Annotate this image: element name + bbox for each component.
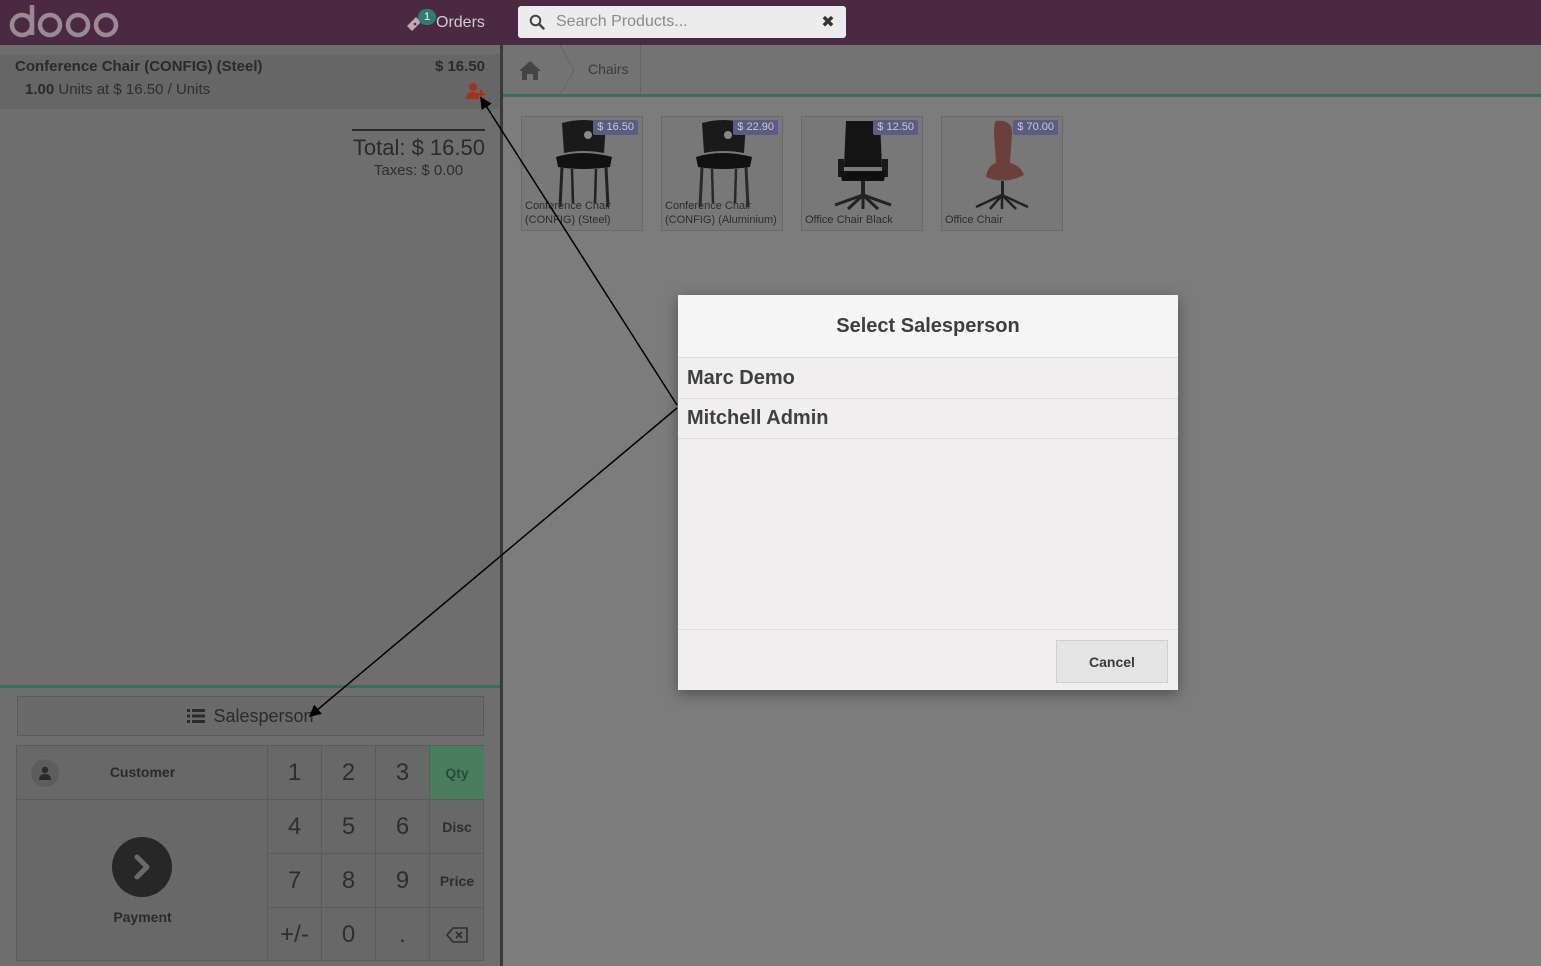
numpad-key-0[interactable]: 0 [322, 908, 376, 962]
orders-label: Orders [436, 14, 485, 31]
numpad-key-5[interactable]: 5 [322, 800, 376, 854]
add-salesperson-icon[interactable] [466, 82, 486, 100]
breadcrumb-separator [559, 45, 575, 95]
salesperson-button[interactable]: Salesperson [17, 696, 484, 736]
product-search-box: ✖ [518, 6, 846, 38]
top-navbar: odoo 1 Orders ✖ [0, 0, 1541, 45]
order-line-unit-info: Units at $ 16.50 / Units [58, 81, 211, 98]
pane-separator [500, 45, 503, 966]
numpad-key-8[interactable]: 8 [322, 854, 376, 908]
product-name: Office Chair Black [805, 214, 893, 226]
home-icon[interactable] [517, 59, 543, 81]
breadcrumb-end-divider [640, 45, 641, 95]
numpad-key-1[interactable]: 1 [268, 746, 322, 800]
payment-label: Payment [113, 909, 172, 925]
ticket-icon: 1 [404, 9, 436, 34]
order-line-price: $ 16.50 [434, 58, 485, 75]
backspace-icon [446, 927, 468, 943]
disc-mode-button[interactable]: Disc [430, 800, 484, 854]
list-icon [187, 709, 206, 723]
product-name: Office Chair [945, 214, 1003, 226]
product-name: Conference Chair (CONFIG) (Steel) [525, 200, 612, 226]
dialog-footer-divider [678, 629, 1178, 630]
breadcrumb-divider [503, 94, 1541, 97]
product-name: Conference Chair (CONFIG) (Aluminium) [665, 200, 777, 226]
order-line-info: 1.00 Units at $ 16.50 / Units [25, 81, 210, 98]
product-price-tag: $ 12.50 [873, 120, 918, 135]
numpad-key-6[interactable]: 6 [376, 800, 430, 854]
salesperson-button-label: Salesperson [213, 705, 314, 726]
orders-button[interactable]: 1 Orders [404, 9, 485, 35]
order-line-qty: 1.00 [25, 81, 55, 98]
category-breadcrumb: Chairs [503, 45, 1541, 95]
controls-divider [0, 685, 500, 688]
svg-text:odoo: odoo [9, 1, 12, 2]
clear-search-icon[interactable]: ✖ [810, 12, 846, 32]
product-card-office-chair-black[interactable]: $ 12.50 Office Chair Black [801, 116, 923, 231]
cancel-button[interactable]: Cancel [1056, 640, 1168, 683]
order-pane: Conference Chair (CONFIG) (Steel) $ 16.5… [0, 45, 500, 966]
search-input[interactable] [556, 7, 810, 37]
odoo-logo: odoo [9, 1, 119, 38]
price-mode-button[interactable]: Price [430, 854, 484, 908]
product-card-conference-chair-aluminium[interactable]: $ 22.90 Conference Chair (CONFIG) (Alumin… [661, 116, 783, 231]
numpad-key-9[interactable]: 9 [376, 854, 430, 908]
numpad-key-plus-minus[interactable]: +/- [268, 908, 322, 962]
select-salesperson-dialog: Select Salesperson Marc Demo Mitchell Ad… [678, 295, 1178, 690]
payment-button[interactable]: Payment [17, 800, 268, 960]
numpad-key-3[interactable]: 3 [376, 746, 430, 800]
salesperson-option-mitchell-admin[interactable]: Mitchell Admin [678, 399, 1178, 439]
chevron-right-icon [112, 837, 172, 897]
dialog-title: Select Salesperson [678, 295, 1178, 358]
salesperson-option-marc-demo[interactable]: Marc Demo [678, 359, 1178, 399]
order-line-product: Conference Chair (CONFIG) (Steel) [15, 58, 263, 75]
order-total: Total: $ 16.50 [352, 135, 485, 160]
order-line[interactable]: Conference Chair (CONFIG) (Steel) $ 16.5… [0, 54, 500, 109]
backspace-button[interactable] [430, 908, 484, 962]
orders-count-badge: 1 [418, 9, 436, 25]
numpad-panel: Customer Payment 1 2 3 Qty 4 5 6 Disc 7 … [16, 745, 484, 962]
numpad-key-7[interactable]: 7 [268, 854, 322, 908]
product-price-tag: $ 22.90 [733, 120, 778, 135]
breadcrumb-category-chairs[interactable]: Chairs [588, 61, 628, 77]
product-price-tag: $ 16.50 [593, 120, 638, 135]
search-icon [518, 14, 556, 30]
numpad-key-dot[interactable]: . [376, 908, 430, 962]
qty-mode-button[interactable]: Qty [430, 746, 484, 800]
product-card-conference-chair-steel[interactable]: $ 16.50 Conference Chair (CONFIG) (Steel) [521, 116, 643, 231]
numpad-key-4[interactable]: 4 [268, 800, 322, 854]
customer-label: Customer [109, 764, 176, 780]
numpad-key-2[interactable]: 2 [322, 746, 376, 800]
order-taxes: Taxes: $ 0.00 [373, 162, 464, 179]
product-price-tag: $ 70.00 [1013, 120, 1058, 135]
order-summary: Total: $ 16.50 Taxes: $ 0.00 [352, 129, 485, 179]
customer-button[interactable]: Customer [17, 746, 268, 800]
product-card-office-chair[interactable]: $ 70.00 Office Chair [941, 116, 1063, 231]
